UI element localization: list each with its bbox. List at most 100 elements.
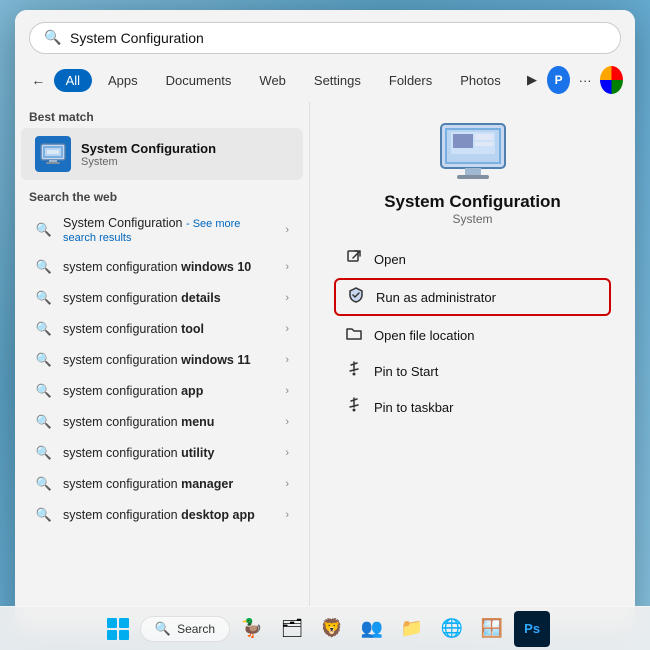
web-result-1[interactable]: 🔍 system configuration windows 10 › — [21, 252, 303, 282]
taskbar-brave-icon[interactable]: 🦁 — [314, 611, 350, 647]
monitor-icon — [39, 142, 67, 166]
search-icon-6: 🔍 — [35, 414, 53, 430]
taskbar-file-icon[interactable]: 🗂 — [274, 611, 310, 647]
search-icon-0: 🔍 — [35, 222, 53, 238]
web-result-9[interactable]: 🔍 system configuration desktop app › — [21, 500, 303, 530]
app-icon-box — [35, 136, 71, 172]
web-result-text-8: system configuration manager — [63, 477, 275, 491]
more-options-button[interactable]: ··· — [574, 66, 597, 94]
tab-documents[interactable]: Documents — [154, 69, 244, 92]
arrow-7: › — [285, 447, 289, 459]
pin-icon-2 — [344, 397, 364, 417]
search-icon-3: 🔍 — [35, 321, 53, 337]
taskbar-ps-icon[interactable]: Ps — [514, 611, 550, 647]
windows-logo-icon — [107, 618, 129, 640]
main-content-area: Best match System Co — [15, 102, 635, 630]
taskbar-teams-icon[interactable]: 👥 — [354, 611, 390, 647]
search-web-label: Search the web — [15, 180, 309, 208]
right-app-icon-area — [334, 122, 611, 182]
start-button[interactable] — [100, 611, 136, 647]
best-match-text: System Configuration System — [81, 141, 216, 168]
right-detail-panel: System Configuration System Open — [310, 102, 635, 630]
arrow-2: › — [285, 292, 289, 304]
search-icon-1: 🔍 — [35, 259, 53, 275]
taskbar-store-icon[interactable]: 🪟 — [474, 611, 510, 647]
taskbar-duck-icon[interactable]: 🦆 — [234, 611, 270, 647]
taskbar: 🔍 Search 🦆 🗂 🦁 👥 📁 🌐 🪟 Ps — [0, 606, 650, 650]
web-result-text-0: System Configuration - See more search r… — [63, 216, 275, 244]
arrow-4: › — [285, 354, 289, 366]
web-result-text-4: system configuration windows 11 — [63, 353, 275, 367]
action-admin-label: Run as administrator — [376, 290, 496, 305]
web-result-4[interactable]: 🔍 system configuration windows 11 › — [21, 345, 303, 375]
web-result-text-3: system configuration tool — [63, 322, 275, 336]
web-result-8[interactable]: 🔍 system configuration manager › — [21, 469, 303, 499]
search-icon-5: 🔍 — [35, 383, 53, 399]
search-icon-4: 🔍 — [35, 352, 53, 368]
web-result-0[interactable]: 🔍 System Configuration - See more search… — [21, 209, 303, 251]
action-list: Open Run as administrator — [334, 242, 611, 424]
search-bar-container: 🔍 System Configuration — [15, 10, 635, 62]
search-icon-2: 🔍 — [35, 290, 53, 306]
arrow-5: › — [285, 385, 289, 397]
play-icon-button[interactable]: ▶ — [521, 66, 544, 94]
profile-button[interactable]: P — [547, 66, 570, 94]
best-match-item[interactable]: System Configuration System — [21, 128, 303, 180]
action-pin-to-start[interactable]: Pin to Start — [334, 354, 611, 388]
pin-icon-1 — [344, 361, 364, 381]
search-icon-7: 🔍 — [35, 445, 53, 461]
action-run-as-admin[interactable]: Run as administrator — [334, 278, 611, 316]
arrow-1: › — [285, 261, 289, 273]
tab-folders[interactable]: Folders — [377, 69, 444, 92]
web-result-3[interactable]: 🔍 system configuration tool › — [21, 314, 303, 344]
web-result-text-5: system configuration app — [63, 384, 275, 398]
action-file-location-label: Open file location — [374, 328, 474, 343]
action-open[interactable]: Open — [334, 242, 611, 276]
desktop: 🔍 System Configuration ← All Apps Docume… — [0, 0, 650, 650]
web-result-7[interactable]: 🔍 system configuration utility › — [21, 438, 303, 468]
arrow-0: › — [285, 224, 289, 236]
web-result-text-9: system configuration desktop app — [63, 508, 275, 522]
action-pin-start-label: Pin to Start — [374, 364, 438, 379]
tab-settings[interactable]: Settings — [302, 69, 373, 92]
colorful-icon-button[interactable] — [600, 66, 623, 94]
web-result-2[interactable]: 🔍 system configuration details › — [21, 283, 303, 313]
web-result-6[interactable]: 🔍 system configuration menu › — [21, 407, 303, 437]
admin-shield-icon — [346, 287, 366, 307]
arrow-3: › — [285, 323, 289, 335]
search-window: 🔍 System Configuration ← All Apps Docume… — [15, 10, 635, 630]
best-match-name: System Configuration — [81, 141, 216, 156]
search-query-text: System Configuration — [70, 30, 606, 46]
arrow-6: › — [285, 416, 289, 428]
web-result-5[interactable]: 🔍 system configuration app › — [21, 376, 303, 406]
tab-apps[interactable]: Apps — [96, 69, 150, 92]
left-results-panel: Best match System Co — [15, 102, 310, 630]
arrow-8: › — [285, 478, 289, 490]
web-result-text-1: system configuration windows 10 — [63, 260, 275, 274]
right-app-name: System Configuration — [334, 192, 611, 212]
right-monitor-icon — [437, 122, 509, 182]
tab-photos[interactable]: Photos — [448, 69, 512, 92]
web-result-text-6: system configuration menu — [63, 415, 275, 429]
action-pin-to-taskbar[interactable]: Pin to taskbar — [334, 390, 611, 424]
search-magnifier-icon: 🔍 — [44, 29, 62, 47]
arrow-9: › — [285, 509, 289, 521]
tab-web[interactable]: Web — [247, 69, 298, 92]
web-result-text-7: system configuration utility — [63, 446, 275, 460]
search-icon-8: 🔍 — [35, 476, 53, 492]
action-open-label: Open — [374, 252, 406, 267]
taskbar-search-label: Search — [177, 622, 215, 636]
taskbar-edge-icon[interactable]: 🌐 — [434, 611, 470, 647]
back-button[interactable]: ← — [27, 66, 50, 94]
best-match-label: Best match — [15, 102, 309, 128]
taskbar-search-icon: 🔍 — [155, 621, 171, 637]
web-result-text-2: system configuration details — [63, 291, 275, 305]
taskbar-search-box[interactable]: 🔍 Search — [140, 616, 230, 642]
action-open-file-location[interactable]: Open file location — [334, 318, 611, 352]
taskbar-folder-icon[interactable]: 📁 — [394, 611, 430, 647]
folder-icon — [344, 325, 364, 345]
search-icon-9: 🔍 — [35, 507, 53, 523]
tab-all[interactable]: All — [54, 69, 92, 92]
search-input-box[interactable]: 🔍 System Configuration — [29, 22, 621, 54]
action-pin-taskbar-label: Pin to taskbar — [374, 400, 454, 415]
